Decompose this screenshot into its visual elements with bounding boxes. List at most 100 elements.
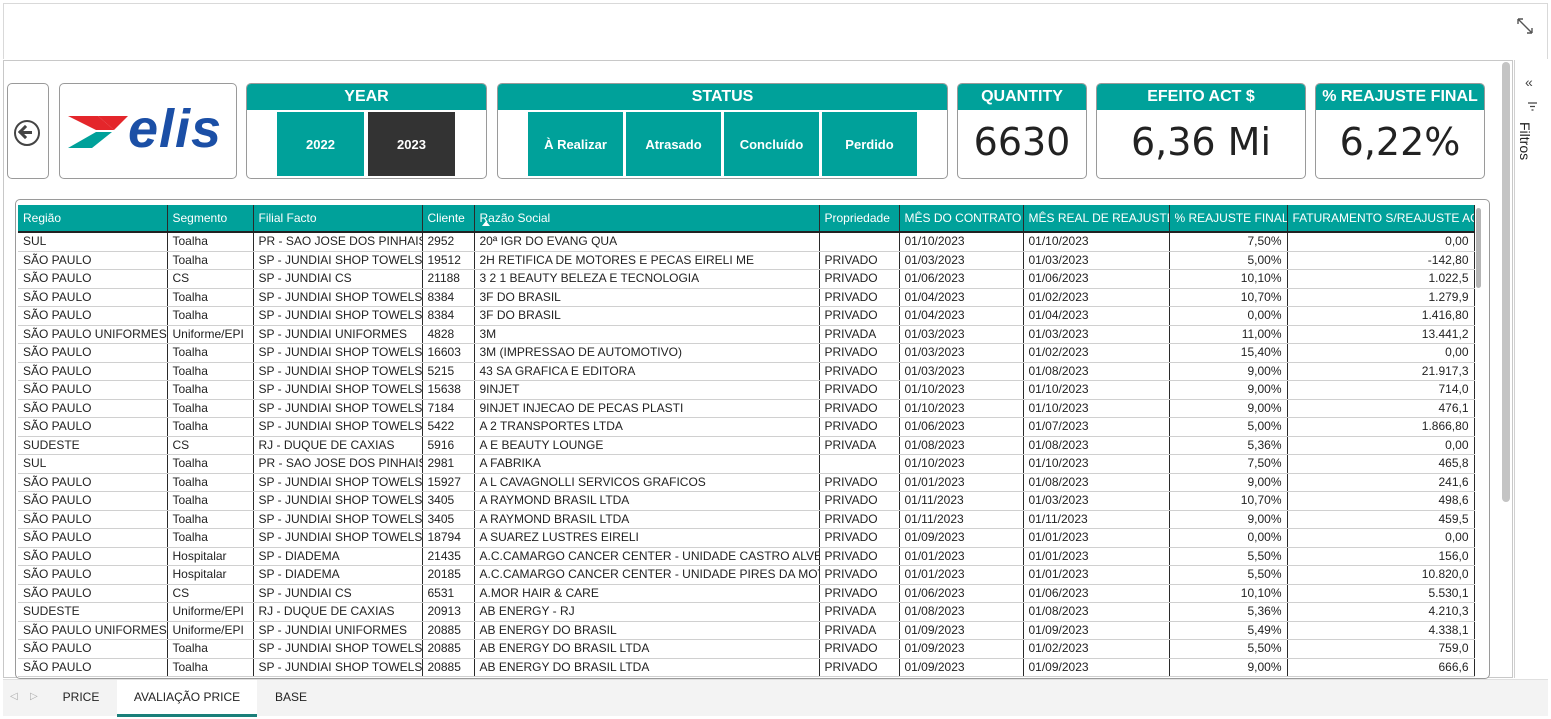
table-row[interactable]: SÃO PAULO Toalha SP - JUNDIAI SHOP TOWELS 1… [18, 528, 1475, 548]
table-cell: PRIVADA [819, 436, 900, 455]
table-cell: 21.917,3 [1287, 362, 1475, 381]
table-cell: Toalha [167, 399, 254, 418]
back-button[interactable] [7, 83, 49, 179]
table-cell: SP - JUNDIAI SHOP TOWELS [253, 362, 423, 381]
table-cell: 01/10/2023 [899, 380, 1024, 400]
table-row[interactable]: SÃO PAULO Toalha SP - JUNDIAI SHOP TOWELS 8… [18, 306, 1475, 326]
table-row[interactable]: SÃO PAULO Toalha SP - JUNDIAI SHOP TOWELS 1… [18, 343, 1475, 363]
table-cell: 01/10/2023 [1023, 380, 1170, 400]
table-row[interactable]: SÃO PAULO Toalha SP - JUNDIAI SHOP TOWELS 1… [18, 473, 1475, 492]
status-option-perdido[interactable]: Perdido [822, 112, 917, 176]
table-cell: A 2 TRANSPORTES LTDA [474, 417, 820, 437]
col-header-mes-reajuste[interactable]: MÊS REAL DE REAJUSTE [1023, 205, 1170, 232]
table-cell: 01/08/2023 [1023, 602, 1170, 622]
table-row[interactable]: SÃO PAULO Toalha SP - JUNDIAI SHOP TOWELS 1… [18, 380, 1475, 400]
table-scrollbar[interactable] [1476, 208, 1481, 288]
table-cell: PRIVADO [819, 547, 900, 566]
col-header-segmento[interactable]: Segmento [167, 205, 254, 232]
table-cell: 666,6 [1287, 658, 1475, 677]
table-row[interactable]: SÃO PAULO Toalha SP - JUNDIAI SHOP TOWELS 7… [18, 399, 1475, 418]
table-row[interactable]: SÃO PAULO Toalha SP - JUNDIAI SHOP TOWELS 3… [18, 510, 1475, 529]
year-option-2023[interactable]: 2023 [368, 112, 455, 176]
table-cell: 01/04/2023 [899, 306, 1024, 326]
table-cell: 01/07/2023 [1023, 417, 1170, 437]
table-row[interactable]: SÃO PAULO UNIFORMES Uniforme/EPI SP - JUND… [18, 621, 1475, 640]
table-cell: 01/04/2023 [899, 288, 1024, 307]
table-row[interactable]: SÃO PAULO Hospitalar SP - DIADEMA 21435 A.C.… [18, 547, 1475, 566]
table-cell: Toalha [167, 491, 254, 511]
table-cell: Toalha [167, 251, 254, 270]
col-header-filial[interactable]: Filial Facto [253, 205, 423, 232]
tab-prev-icon[interactable]: ◁ [10, 691, 18, 702]
table-cell: 5.530,1 [1287, 584, 1475, 603]
table-cell: SÃO PAULO [18, 251, 168, 270]
table-row[interactable]: SÃO PAULO Toalha SP - JUNDIAI SHOP TOWELS 3… [18, 491, 1475, 511]
status-option-atrasado[interactable]: Atrasado [626, 112, 721, 176]
table-cell: 714,0 [1287, 380, 1475, 400]
table-row[interactable]: SÃO PAULO Toalha SP - JUNDIAI SHOP TOWELS 5… [18, 362, 1475, 381]
table-cell: 01/09/2023 [1023, 658, 1170, 677]
filters-pane[interactable]: « Filtros [1514, 60, 1549, 678]
table-cell: 5,36% [1169, 436, 1288, 455]
table-cell: PRIVADO [819, 343, 900, 363]
table-row[interactable]: SÃO PAULO Toalha SP - JUNDIAI SHOP TOWELS 2… [18, 639, 1475, 659]
table-row[interactable]: SÃO PAULO Toalha SP - JUNDIAI SHOP TOWELS 2… [18, 658, 1475, 677]
status-option-a-realizar[interactable]: À Realizar [528, 112, 623, 176]
table-row[interactable]: SÃO PAULO Toalha SP - JUNDIAI SHOP TOWELS 1… [18, 251, 1475, 270]
col-header-mes-contrato[interactable]: MÊS DO CONTRATO [899, 205, 1024, 232]
table-cell: 15,40% [1169, 343, 1288, 363]
col-header-cliente[interactable]: Cliente [422, 205, 475, 232]
year-option-2022[interactable]: 2022 [277, 112, 364, 176]
table-cell [819, 454, 900, 474]
table-cell: Toalha [167, 454, 254, 474]
table-row[interactable]: SÃO PAULO Hospitalar SP - DIADEMA 20185 A.C.… [18, 565, 1475, 585]
table-row[interactable]: SÃO PAULO UNIFORMES Uniforme/EPI SP - JUND… [18, 325, 1475, 344]
table-cell: 01/03/2023 [1023, 325, 1170, 344]
table-cell: 3 2 1 BEAUTY BELEZA E TECNOLOGIA [474, 269, 820, 289]
table-cell: SÃO PAULO UNIFORMES [18, 325, 168, 344]
table-cell: RJ - DUQUE DE CAXIAS [253, 602, 423, 622]
table-row[interactable]: SUDESTE CS RJ - DUQUE DE CAXIAS 5916 A E BEA… [18, 436, 1475, 455]
table-cell: SÃO PAULO [18, 565, 168, 585]
table-cell: Uniforme/EPI [167, 621, 254, 640]
table-cell: 1.866,80 [1287, 417, 1475, 437]
col-header-propriedade[interactable]: Propriedade [819, 205, 900, 232]
table-cell: PRIVADO [819, 306, 900, 326]
table-cell: 01/10/2023 [899, 399, 1024, 418]
page-scrollbar[interactable] [1502, 62, 1510, 502]
table-cell: 5215 [422, 362, 475, 381]
table-cell: 20885 [422, 621, 475, 640]
tab-price[interactable]: PRICE [50, 680, 112, 714]
table-cell: 0,00 [1287, 436, 1475, 455]
table-cell: 01/04/2023 [1023, 306, 1170, 326]
table-row[interactable]: SÃO PAULO CS SP - JUNDIAI CS 21188 3 2 1 BEA… [18, 269, 1475, 289]
table-row[interactable]: SUL Toalha PR - SAO JOSE DOS PINHAIS 2981 A … [18, 454, 1475, 474]
table-cell: SP - JUNDIAI SHOP TOWELS [253, 399, 423, 418]
col-header-regiao[interactable]: Região [18, 205, 168, 232]
table-row[interactable]: SÃO PAULO Toalha SP - JUNDIAI SHOP TOWELS 5… [18, 417, 1475, 437]
col-header-razao-social[interactable]: Razão Social [474, 205, 820, 232]
table-row[interactable]: SUDESTE Uniforme/EPI RJ - DUQUE DE CAXIAS 2… [18, 602, 1475, 622]
col-header-reajuste-final[interactable]: % REAJUSTE FINAL [1169, 205, 1288, 232]
table-cell: SÃO PAULO [18, 547, 168, 566]
table-cell: 7,50% [1169, 232, 1288, 252]
tab-next-icon[interactable]: ▷ [30, 691, 38, 702]
table-cell: 3F DO BRASIL [474, 306, 820, 326]
col-header-faturamento[interactable]: FATURAMENTO S/REAJUSTE ACT [1287, 205, 1475, 232]
table-row[interactable]: SÃO PAULO Toalha SP - JUNDIAI SHOP TOWELS 8… [18, 288, 1475, 307]
collapse-chevron-icon[interactable]: « [1525, 74, 1533, 90]
tab-base[interactable]: BASE [262, 680, 320, 714]
table-cell: Uniforme/EPI [167, 602, 254, 622]
table-cell: 0,00 [1287, 232, 1475, 252]
top-bar [3, 3, 1548, 59]
status-option-concluido[interactable]: Concluído [724, 112, 819, 176]
table-row[interactable]: SUL Toalha PR - SAO JOSE DOS PINHAIS 2952 20… [18, 232, 1475, 252]
table-cell: PRIVADA [819, 621, 900, 640]
table-cell: 3M (IMPRESSAO DE AUTOMOTIVO) [474, 343, 820, 363]
table-cell: SP - JUNDIAI SHOP TOWELS [253, 343, 423, 363]
tab-avaliacao-price[interactable]: AVALIAÇÃO PRICE [117, 680, 257, 717]
table-cell: 4828 [422, 325, 475, 344]
expand-icon[interactable] [1513, 14, 1537, 38]
table-cell: 01/11/2023 [899, 491, 1024, 511]
table-row[interactable]: SÃO PAULO CS SP - JUNDIAI CS 6531 A.MOR HAIR… [18, 584, 1475, 603]
